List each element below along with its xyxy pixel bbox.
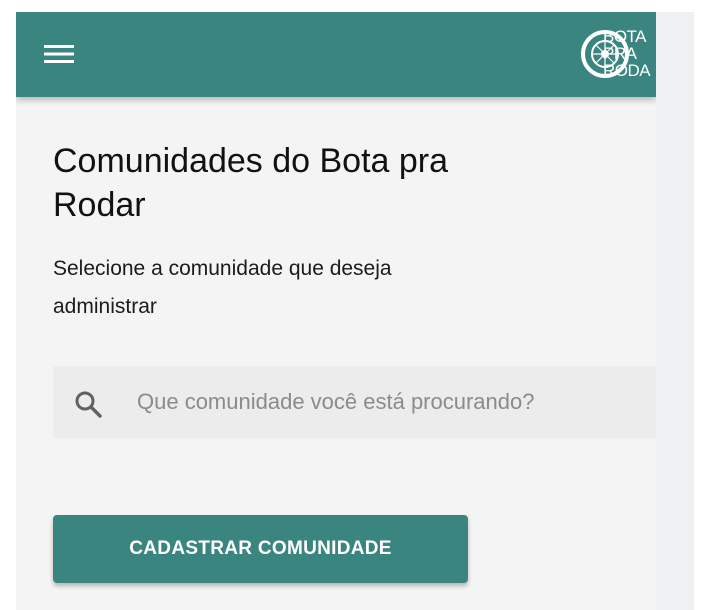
logo-line-1: BOTA (603, 27, 647, 46)
app-viewport: BOTA PRA RODA Comunidades do Bota pra Ro… (16, 12, 656, 610)
logo-line-3: RODA (603, 61, 651, 80)
search-icon[interactable] (74, 390, 102, 418)
page-title: Comunidades do Bota pra Rodar (53, 142, 449, 224)
page-side-strip (656, 12, 694, 610)
register-community-button[interactable]: CADASTRAR COMUNIDADE (53, 515, 468, 583)
community-search-box[interactable] (53, 366, 656, 438)
logo-wordmark: BOTA PRA RODA (603, 27, 651, 80)
menu-button[interactable] (44, 44, 74, 64)
community-search-input[interactable] (137, 366, 652, 438)
hamburger-menu-icon (44, 45, 74, 63)
app-bar: BOTA PRA RODA (16, 12, 656, 97)
page-subtitle: Selecione a comunidade que deseja admini… (53, 257, 392, 318)
logo-line-2: PRA (603, 44, 637, 63)
brand-logo[interactable]: BOTA PRA RODA (579, 26, 656, 82)
